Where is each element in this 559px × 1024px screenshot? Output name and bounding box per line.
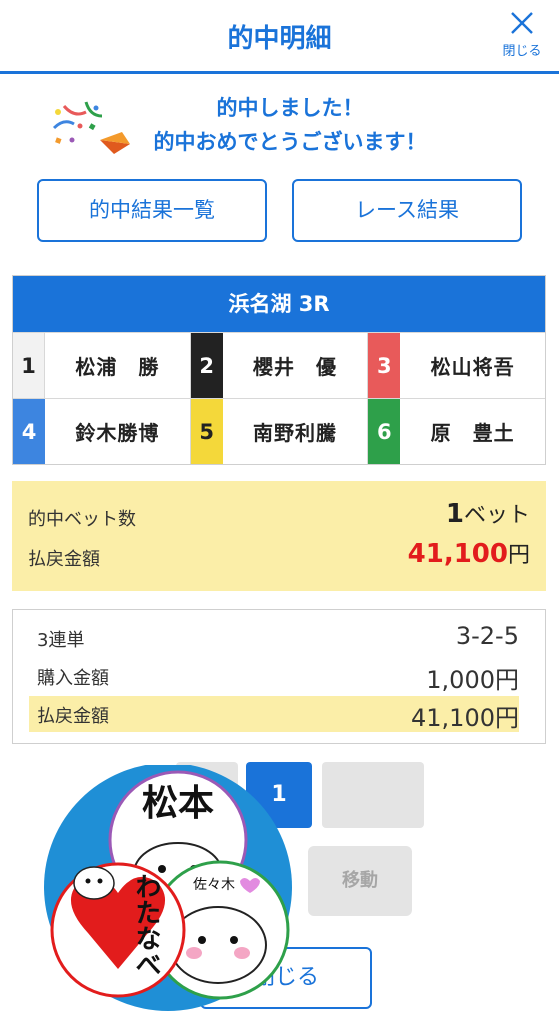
boat-number: 5 <box>190 399 223 464</box>
racer-name: 松浦 勝 <box>75 355 160 379</box>
racer-cell: 6 原 豊土 <box>368 399 545 464</box>
page-next-button[interactable] <box>322 762 424 828</box>
hit-summary: 的中ベット数 1ベット 払戻金額 41,100円 <box>12 481 546 591</box>
close-button-label: 閉じる <box>502 44 542 59</box>
bet-type: 3連単 <box>37 630 85 651</box>
sticker-overlay[interactable]: 松本 佐々木 わたなべ <box>38 765 298 1015</box>
sticker-watanabe: わたなべ <box>50 862 186 998</box>
hit-list-button[interactable]: 的中結果一覧 <box>37 179 267 242</box>
move-button[interactable]: 移動 <box>308 846 412 916</box>
party-popper-icon <box>52 101 130 154</box>
header-bar: 的中明細 閉じる <box>0 0 559 74</box>
page-title: 的中明細 <box>227 24 332 54</box>
sticker-name-sasaki: 佐々木 <box>193 877 235 893</box>
boat-number: 4 <box>13 399 45 464</box>
close-button[interactable]: 閉じる <box>497 10 547 66</box>
boat-number: 6 <box>368 399 401 464</box>
racer-row: 1 松浦 勝 2 櫻井 優 3 松山将吾 <box>13 332 545 398</box>
bet-combination: 3-2-5 <box>455 622 519 650</box>
bet-count-label: 的中ベット数 <box>28 509 136 530</box>
payout-value: 41,100 <box>407 539 508 569</box>
racer-name: 松山将吾 <box>430 355 515 379</box>
congrats-line-1: 的中しました！ <box>216 96 364 120</box>
racer-name: 櫻井 優 <box>253 355 337 379</box>
sticker-name-matsumoto: 松本 <box>142 783 214 824</box>
bet-detail: 3連単 3-2-5 購入金額 1,000円 払戻金額 41,100円 <box>12 609 546 744</box>
sticker-name-watanabe: わたなべ <box>131 873 161 977</box>
boat-number: 1 <box>13 333 45 398</box>
race-card: 浜名湖 3R 1 松浦 勝 2 櫻井 優 3 松山将吾 4 鈴木勝博 5 南野利… <box>12 275 546 465</box>
racer-cell: 5 南野利騰 <box>190 399 369 464</box>
racer-name: 原 豊土 <box>430 421 515 445</box>
payout-unit: 円 <box>507 543 530 568</box>
race-title: 浜名湖 3R <box>13 276 545 332</box>
congrats-line-2: 的中おめでとうございます！ <box>153 130 427 154</box>
detail-payout-value: 41,100円 <box>411 704 519 732</box>
racer-name: 南野利騰 <box>253 421 337 445</box>
payout-label: 払戻金額 <box>28 549 100 570</box>
congrats-banner: 的中しました！ 的中おめでとうございます！ <box>0 92 559 162</box>
boat-number: 3 <box>368 333 401 398</box>
racer-cell: 1 松浦 勝 <box>13 333 191 398</box>
racer-cell: 3 松山将吾 <box>368 333 545 398</box>
bet-count-unit: ベット <box>463 503 530 528</box>
racer-cell: 2 櫻井 優 <box>190 333 369 398</box>
boat-number: 2 <box>190 333 223 398</box>
purchase-label: 購入金額 <box>37 668 109 689</box>
race-result-button[interactable]: レース結果 <box>292 179 522 242</box>
racer-cell: 4 鈴木勝博 <box>13 399 191 464</box>
racer-name: 鈴木勝博 <box>75 421 160 445</box>
purchase-value: 1,000円 <box>426 666 519 694</box>
bet-count-value: 1 <box>445 499 464 529</box>
racer-row: 4 鈴木勝博 5 南野利騰 6 原 豊土 <box>13 398 545 464</box>
detail-payout-label: 払戻金額 <box>37 706 109 727</box>
close-icon <box>511 12 533 34</box>
